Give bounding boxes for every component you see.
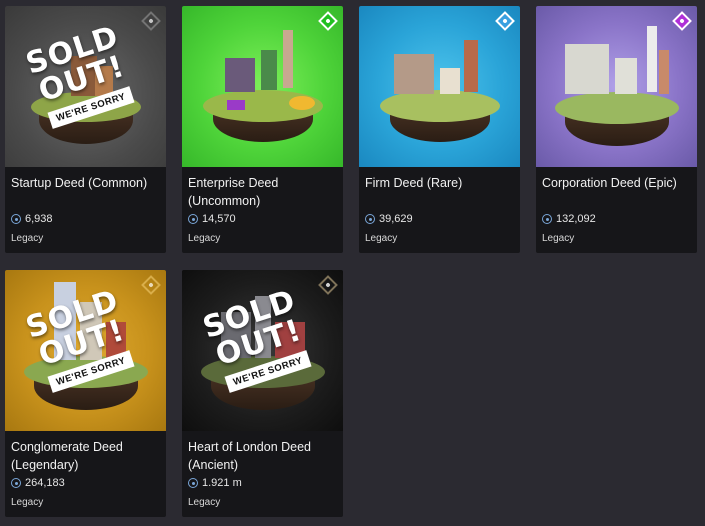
island-illustration xyxy=(202,30,323,146)
rarity-icon xyxy=(318,275,338,295)
deed-image: SOLD OUT! WE'RE SORRY xyxy=(5,270,166,431)
deed-title: Startup Deed (Common) xyxy=(11,176,148,190)
deed-card-firm[interactable]: Firm Deed (Rare) 39,629 Legacy xyxy=(359,6,520,253)
price: 6,938 xyxy=(11,211,160,227)
rarity-icon xyxy=(318,11,338,31)
deed-title: Enterprise Deed (Uncommon) xyxy=(188,176,279,208)
edition-label: Legacy xyxy=(11,497,44,508)
deed-image: SOLD OUT! WE'RE SORRY xyxy=(5,6,166,167)
coin-icon xyxy=(542,214,552,224)
deed-card-conglomerate[interactable]: SOLD OUT! WE'RE SORRY Conglomerate Deed … xyxy=(5,270,166,517)
island-illustration xyxy=(554,26,679,148)
deed-image xyxy=(359,6,520,167)
deed-title: Firm Deed (Rare) xyxy=(365,176,463,190)
edition-label: Legacy xyxy=(188,233,221,244)
edition-label: Legacy xyxy=(365,233,398,244)
deed-title: Heart of London Deed (Ancient) xyxy=(188,440,312,472)
price: 39,629 xyxy=(365,211,514,227)
price: 1.921 m xyxy=(188,475,337,491)
deed-title: Conglomerate Deed (Legendary) xyxy=(11,440,123,472)
coin-icon xyxy=(188,214,198,224)
coin-icon xyxy=(11,214,21,224)
edition-label: Legacy xyxy=(542,233,575,244)
deed-image xyxy=(536,6,697,167)
rarity-icon xyxy=(141,11,161,31)
edition-label: Legacy xyxy=(11,233,44,244)
coin-icon xyxy=(11,478,21,488)
coin-icon xyxy=(365,214,375,224)
deed-card-enterprise[interactable]: Enterprise Deed (Uncommon) 14,570 Legacy xyxy=(182,6,343,253)
island-illustration xyxy=(379,40,500,146)
rarity-icon xyxy=(672,11,692,31)
price: 14,570 xyxy=(188,211,337,227)
edition-label: Legacy xyxy=(188,497,221,508)
deed-card-startup[interactable]: SOLD OUT! WE'RE SORRY Startup Deed (Comm… xyxy=(5,6,166,253)
rarity-icon xyxy=(495,11,515,31)
price: 132,092 xyxy=(542,211,691,227)
price: 264,183 xyxy=(11,475,160,491)
deed-card-corporation[interactable]: Corporation Deed (Epic) 132,092 Legacy xyxy=(536,6,697,253)
deed-title: Corporation Deed (Epic) xyxy=(542,176,677,190)
deed-image: SOLD OUT! WE'RE SORRY xyxy=(182,270,343,431)
rarity-icon xyxy=(141,275,161,295)
deed-card-heart-of-london[interactable]: SOLD OUT! WE'RE SORRY Heart of London De… xyxy=(182,270,343,517)
coin-icon xyxy=(188,478,198,488)
deed-image xyxy=(182,6,343,167)
